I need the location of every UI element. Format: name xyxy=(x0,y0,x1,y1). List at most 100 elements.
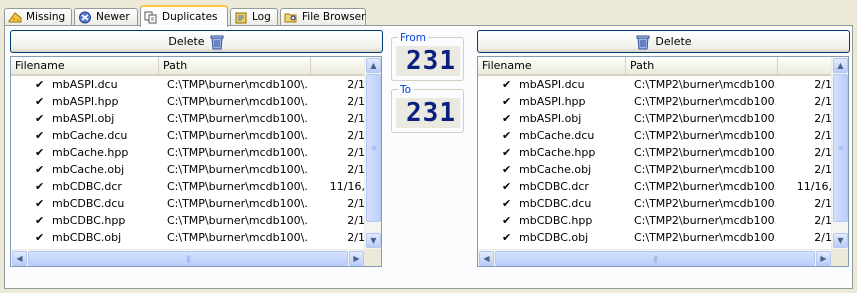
tab-missing[interactable]: Missing xyxy=(4,8,72,25)
tab-duplicates[interactable]: Duplicates xyxy=(140,5,228,27)
list-item[interactable]: ✔ mbASPI.hpp C:\TMP\burner\mcdb100\... 2/1 xyxy=(11,93,365,110)
list-item[interactable]: ✔ mbCDBC.dcr C:\TMP\burner\mcdb100\... 11/1… xyxy=(11,178,365,195)
list-item[interactable]: ✔ mbCache.dcu C:\TMP\burner\mcdb100\... 2/1 xyxy=(11,127,365,144)
list-item[interactable]: ✔ mbCDBC.dcr C:\TMP2\burner\mcdb100... 11/1… xyxy=(478,178,832,195)
list-item[interactable]: ✔ mbCDBC.obj C:\TMP2\burner\mcdb100... 2/1 xyxy=(478,229,832,246)
date-cell: 2/1 xyxy=(814,231,832,244)
column-path[interactable]: Path xyxy=(626,57,778,74)
filename-cell: mbASPI.hpp xyxy=(52,95,119,108)
list-item[interactable]: ✔ mbASPI.obj C:\TMP2\burner\mcdb100... 2/1 xyxy=(478,110,832,127)
scroll-thumb[interactable]: ≡ xyxy=(366,74,381,222)
column-filename[interactable]: Filename xyxy=(11,57,159,74)
checkmark-icon: ✔ xyxy=(35,180,45,193)
tab-newer[interactable]: Newer xyxy=(74,8,138,25)
list-item[interactable]: ✔ mbCache.hpp C:\TMP2\burner\mcdb100... 2/1 xyxy=(478,144,832,161)
list-item[interactable]: ✔ mbCache.obj C:\TMP\burner\mcdb100\... 2/1 xyxy=(11,161,365,178)
list-item[interactable]: ✔ mbCache.obj C:\TMP2\burner\mcdb100... 2/1 xyxy=(478,161,832,178)
path-cell: C:\TMP2\burner\mcdb100... xyxy=(634,231,776,244)
checkmark-icon: ✔ xyxy=(35,95,45,108)
scroll-down-button[interactable]: ▼ xyxy=(366,233,381,248)
scroll-thumb[interactable]: ||| xyxy=(28,251,348,266)
checkmark-icon: ✔ xyxy=(502,146,512,159)
filename-cell: mbCDBC.dcr xyxy=(519,180,589,193)
right-vertical-scrollbar[interactable]: ▲ ≡ ▼ xyxy=(831,57,848,250)
scroll-thumb[interactable]: ≡ xyxy=(833,74,848,222)
path-cell: C:\TMP\burner\mcdb100\... xyxy=(167,112,309,125)
date-cell: 11/16, xyxy=(796,180,832,193)
filename-cell: mbCache.hpp xyxy=(52,146,129,159)
path-cell: C:\TMP\burner\mcdb100\... xyxy=(167,214,309,227)
filename-cell: mbCDBC.obj xyxy=(52,231,122,244)
column-path[interactable]: Path xyxy=(159,57,311,74)
filename-cell: mbCDBC.dcr xyxy=(52,180,122,193)
right-delete-button[interactable]: Delete xyxy=(477,30,850,53)
column-filename[interactable]: Filename xyxy=(478,57,626,74)
path-cell: C:\TMP2\burner\mcdb100... xyxy=(634,78,776,91)
scroll-left-button[interactable]: ◀ xyxy=(12,251,27,266)
left-vertical-scrollbar[interactable]: ▲ ≡ ▼ xyxy=(364,57,381,250)
list-item[interactable]: ✔ mbCDBC.hpp C:\TMP\burner\mcdb100\... 2/1 xyxy=(11,212,365,229)
list-item[interactable]: ✔ mbASPI.dcu C:\TMP\burner\mcdb100\... 2/1 xyxy=(11,76,365,93)
checkmark-icon: ✔ xyxy=(502,214,512,227)
date-cell: 2/1 xyxy=(347,129,365,142)
path-cell: C:\TMP2\burner\mcdb100... xyxy=(634,112,776,125)
date-cell: 2/1 xyxy=(814,78,832,91)
scroll-up-button[interactable]: ▲ xyxy=(366,58,381,73)
filename-cell: mbASPI.obj xyxy=(519,112,582,125)
checkmark-icon: ✔ xyxy=(502,78,512,91)
path-cell: C:\TMP\burner\mcdb100\... xyxy=(167,163,309,176)
date-cell: 2/1 xyxy=(814,163,832,176)
list-item[interactable]: ✔ mbCache.dcu C:\TMP2\burner\mcdb100... 2/1 xyxy=(478,127,832,144)
right-file-list[interactable]: Filename Path ✔ mbASPI.dcu C:\TMP2\burner\… xyxy=(477,56,849,267)
column-date[interactable] xyxy=(778,57,832,74)
list-item[interactable]: ✔ mbCache.hpp C:\TMP\burner\mcdb100\... 2/1 xyxy=(11,144,365,161)
list-item[interactable]: ✔ mbASPI.hpp C:\TMP2\burner\mcdb100... 2/1 xyxy=(478,93,832,110)
folder-search-icon xyxy=(284,13,297,22)
right-horizontal-scrollbar[interactable]: ◀ ||| ▶ xyxy=(478,249,832,266)
list-item[interactable]: ✔ mbCDBC.dcu C:\TMP\burner\mcdb100\... 2/1 xyxy=(11,195,365,212)
left-horizontal-scrollbar[interactable]: ◀ ||| ▶ xyxy=(11,249,365,266)
filename-cell: mbCache.obj xyxy=(52,163,125,176)
right-list-header: Filename Path xyxy=(478,57,832,76)
filename-cell: mbCDBC.dcu xyxy=(519,197,592,210)
date-cell: 2/1 xyxy=(814,112,832,125)
from-counter: From 231 xyxy=(391,32,464,81)
checkmark-icon: ✔ xyxy=(502,180,512,193)
path-cell: C:\TMP2\burner\mcdb100... xyxy=(634,163,776,176)
filename-cell: mbASPI.dcu xyxy=(519,78,585,91)
list-item[interactable]: ✔ mbCDBC.obj C:\TMP\burner\mcdb100\... 2/1 xyxy=(11,229,365,246)
scroll-thumb[interactable]: ||| xyxy=(495,251,815,266)
scroll-right-button[interactable]: ▶ xyxy=(816,251,831,266)
delete-label: Delete xyxy=(655,35,692,48)
recycle-bin-icon xyxy=(210,35,224,49)
date-cell: 2/1 xyxy=(347,163,365,176)
path-cell: C:\TMP\burner\mcdb100\... xyxy=(167,231,309,244)
tab-file-browser[interactable]: File Browser xyxy=(280,8,366,25)
left-delete-button[interactable]: Delete xyxy=(10,30,383,53)
date-cell: 11/16, xyxy=(329,180,365,193)
filename-cell: mbCache.dcu xyxy=(52,129,128,142)
scroll-corner xyxy=(364,249,381,266)
list-item[interactable]: ✔ mbASPI.obj C:\TMP\burner\mcdb100\... 2/1 xyxy=(11,110,365,127)
checkmark-icon: ✔ xyxy=(502,197,512,210)
duplicates-icon xyxy=(144,11,157,23)
scroll-right-button[interactable]: ▶ xyxy=(349,251,364,266)
tab-log[interactable]: Log xyxy=(230,8,278,25)
to-counter: To 231 xyxy=(391,84,464,133)
date-cell: 2/1 xyxy=(347,95,365,108)
to-label: To xyxy=(398,84,414,96)
scroll-left-button[interactable]: ◀ xyxy=(479,251,494,266)
date-cell: 2/1 xyxy=(347,146,365,159)
date-cell: 2/1 xyxy=(347,78,365,91)
list-item[interactable]: ✔ mbCDBC.hpp C:\TMP2\burner\mcdb100... 2/1 xyxy=(478,212,832,229)
scroll-down-button[interactable]: ▼ xyxy=(833,233,848,248)
path-cell: C:\TMP2\burner\mcdb100... xyxy=(634,95,776,108)
path-cell: C:\TMP\burner\mcdb100\... xyxy=(167,180,309,193)
column-date[interactable] xyxy=(311,57,365,74)
list-item[interactable]: ✔ mbCDBC.dcu C:\TMP2\burner\mcdb100... 2/1 xyxy=(478,195,832,212)
list-item[interactable]: ✔ mbASPI.dcu C:\TMP2\burner\mcdb100... 2/1 xyxy=(478,76,832,93)
scroll-up-button[interactable]: ▲ xyxy=(833,58,848,73)
left-file-list[interactable]: Filename Path ✔ mbASPI.dcu C:\TMP\burner\m… xyxy=(10,56,382,267)
date-cell: 2/1 xyxy=(814,197,832,210)
path-cell: C:\TMP\burner\mcdb100\... xyxy=(167,78,309,91)
